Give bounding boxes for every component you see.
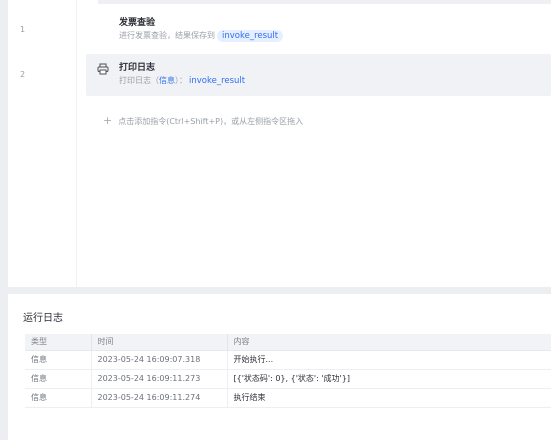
log-type: 信息	[25, 350, 91, 370]
log-time: 2023-05-24 16:09:11.274	[90, 388, 227, 408]
table-row[interactable]: 信息 2023-05-24 16:09:11.273 [{'状态码': 0}, …	[25, 369, 551, 389]
gutter-divider	[76, 0, 77, 287]
log-type: 信息	[25, 369, 91, 389]
run-log-title: 运行日志	[23, 313, 63, 324]
description-text-suffix: ）：	[175, 76, 187, 85]
line-number: 1	[20, 25, 26, 34]
log-time: 2023-05-24 16:09:07.318	[90, 350, 227, 370]
command-row-invoice-check[interactable]: 发票查验 进行发票查验，结果保存到 invoke_result	[86, 9, 551, 51]
editor-top-strip	[98, 0, 551, 4]
log-time: 2023-05-24 16:09:11.273	[90, 369, 227, 389]
column-header-content[interactable]: 内容	[226, 334, 551, 351]
command-title: 发票查验	[119, 18, 156, 28]
app-root: 1 发票查验 进行发票查验，结果保存到 invoke_result 2 打印日志 …	[0, 0, 551, 440]
log-level-value[interactable]: 信息	[159, 76, 175, 85]
plus-icon: +	[103, 114, 113, 127]
printer-icon	[97, 60, 109, 75]
command-title: 打印日志	[119, 63, 156, 73]
variable-chip[interactable]: invoke_result	[217, 30, 284, 42]
description-text: 打印日志（	[119, 76, 159, 85]
run-log-panel: 运行日志 类型 时间 内容 信息 2023-05-24 16:09:07.318…	[8, 294, 551, 440]
table-header-row: 类型 时间 内容	[25, 334, 551, 351]
command-row-print-log[interactable]: 打印日志 打印日志（信息）： invoke_result	[86, 54, 551, 96]
log-content: 开始执行...	[226, 350, 551, 370]
column-header-time[interactable]: 时间	[90, 334, 227, 351]
table-row[interactable]: 信息 2023-05-24 16:09:07.318 开始执行...	[25, 350, 551, 370]
command-description: 进行发票查验，结果保存到 invoke_result	[119, 30, 284, 42]
table-row[interactable]: 信息 2023-05-24 16:09:11.274 执行结束	[25, 388, 551, 408]
add-command-hint[interactable]: + 点击添加指令(Ctrl+Shift+P)，或从左侧指令区拖入	[103, 114, 303, 127]
command-editor: 1 发票查验 进行发票查验，结果保存到 invoke_result 2 打印日志 …	[8, 0, 551, 287]
log-content: [{'状态码': 0}, {'状态': '成功'}]	[226, 369, 551, 389]
command-description: 打印日志（信息）： invoke_result	[119, 75, 245, 86]
variable-value[interactable]: invoke_result	[189, 76, 245, 86]
line-number: 2	[20, 70, 26, 79]
log-table: 类型 时间 内容 信息 2023-05-24 16:09:07.318 开始执行…	[25, 334, 551, 408]
log-content: 执行结束	[226, 388, 551, 408]
log-type: 信息	[25, 388, 91, 408]
description-text: 进行发票查验，结果保存到	[119, 31, 215, 40]
add-command-hint-text: 点击添加指令(Ctrl+Shift+P)，或从左侧指令区拖入	[118, 117, 304, 126]
column-header-type[interactable]: 类型	[25, 334, 91, 351]
